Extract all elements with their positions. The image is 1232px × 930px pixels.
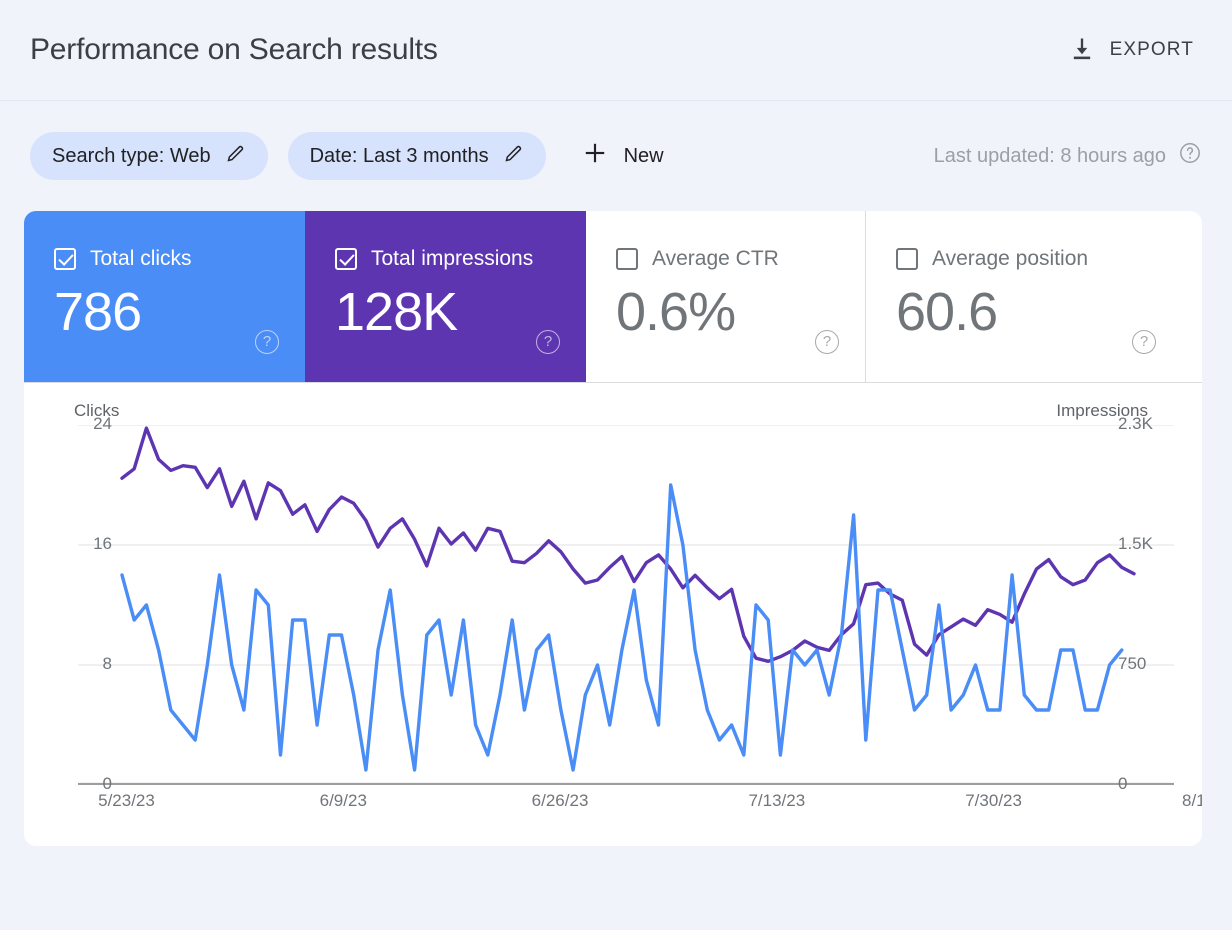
performance-panel: Total clicks 786 ? Total impressions 128… bbox=[24, 211, 1202, 846]
chart-line-total-clicks bbox=[122, 485, 1122, 770]
right-axis-tick: 1.5K bbox=[1096, 534, 1202, 554]
metric-card-total-clicks[interactable]: Total clicks 786 ? bbox=[24, 211, 305, 382]
help-circle-icon[interactable] bbox=[1178, 141, 1202, 171]
metric-card-header: Average CTR bbox=[616, 247, 865, 271]
plus-icon bbox=[582, 140, 608, 172]
x-axis-tick: 7/30/23 bbox=[965, 791, 1022, 811]
filter-chip-label: Search type: Web bbox=[52, 145, 211, 168]
pencil-icon[interactable] bbox=[503, 143, 524, 170]
metric-card-average-position[interactable]: Average position 60.6 ? bbox=[866, 211, 1182, 382]
export-button[interactable]: EXPORT bbox=[1062, 31, 1200, 70]
filter-chip-date[interactable]: Date: Last 3 months bbox=[288, 132, 546, 180]
metric-label: Average CTR bbox=[652, 247, 779, 271]
new-filter-button[interactable]: New bbox=[572, 140, 674, 172]
left-axis-tick: 16 bbox=[24, 534, 112, 554]
metric-card-header: Total clicks bbox=[54, 247, 305, 271]
pencil-icon[interactable] bbox=[225, 143, 246, 170]
help-circle-icon[interactable]: ? bbox=[255, 330, 279, 354]
checkbox-checked-icon[interactable] bbox=[335, 248, 357, 270]
x-axis-tick: 7/13/23 bbox=[748, 791, 805, 811]
filter-bar: Search type: Web Date: Last 3 months New… bbox=[0, 101, 1232, 211]
checkbox-unchecked-icon[interactable] bbox=[616, 248, 638, 270]
checkbox-checked-icon[interactable] bbox=[54, 248, 76, 270]
metric-label: Total impressions bbox=[371, 247, 533, 271]
checkbox-unchecked-icon[interactable] bbox=[896, 248, 918, 270]
right-axis-tick: 2.3K bbox=[1096, 414, 1202, 434]
export-label: EXPORT bbox=[1110, 39, 1194, 61]
filter-chip-search-type[interactable]: Search type: Web bbox=[30, 132, 268, 180]
last-updated-text: Last updated: 8 hours ago bbox=[934, 145, 1166, 168]
chart-plot-area bbox=[24, 425, 1202, 785]
help-circle-icon[interactable]: ? bbox=[1132, 330, 1156, 354]
x-axis-labels: 5/23/23 6/9/23 6/26/23 7/13/23 7/30/23 8/16/2… bbox=[24, 791, 1202, 817]
x-axis-tick: 5/23/23 bbox=[98, 791, 155, 811]
filter-chip-label: Date: Last 3 months bbox=[310, 145, 489, 168]
metric-card-total-impressions[interactable]: Total impressions 128K ? bbox=[305, 211, 586, 382]
right-axis-tick: 750 bbox=[1096, 654, 1202, 674]
left-axis-tick: 8 bbox=[24, 654, 112, 674]
download-icon bbox=[1068, 35, 1096, 66]
metric-card-average-ctr[interactable]: Average CTR 0.6% ? bbox=[586, 211, 866, 382]
page-header: Performance on Search results EXPORT bbox=[0, 0, 1232, 101]
chart-svg bbox=[24, 425, 1202, 785]
metric-card-header: Average position bbox=[896, 247, 1182, 271]
performance-chart: Clicks Impressions 081624 07501.5K2.3K 5… bbox=[24, 383, 1202, 845]
new-filter-label: New bbox=[624, 145, 664, 168]
last-updated: Last updated: 8 hours ago bbox=[934, 141, 1202, 171]
page-title: Performance on Search results bbox=[30, 33, 438, 67]
x-axis-tick: 8/16/23 bbox=[1182, 791, 1202, 811]
help-circle-icon[interactable]: ? bbox=[815, 330, 839, 354]
metric-label: Average position bbox=[932, 247, 1088, 271]
help-circle-icon[interactable]: ? bbox=[536, 330, 560, 354]
x-axis-tick: 6/9/23 bbox=[320, 791, 367, 811]
left-axis-tick: 24 bbox=[24, 414, 112, 434]
metric-card-header: Total impressions bbox=[335, 247, 586, 271]
x-axis-tick: 6/26/23 bbox=[532, 791, 589, 811]
metric-cards: Total clicks 786 ? Total impressions 128… bbox=[24, 211, 1202, 383]
metric-label: Total clicks bbox=[90, 247, 192, 271]
